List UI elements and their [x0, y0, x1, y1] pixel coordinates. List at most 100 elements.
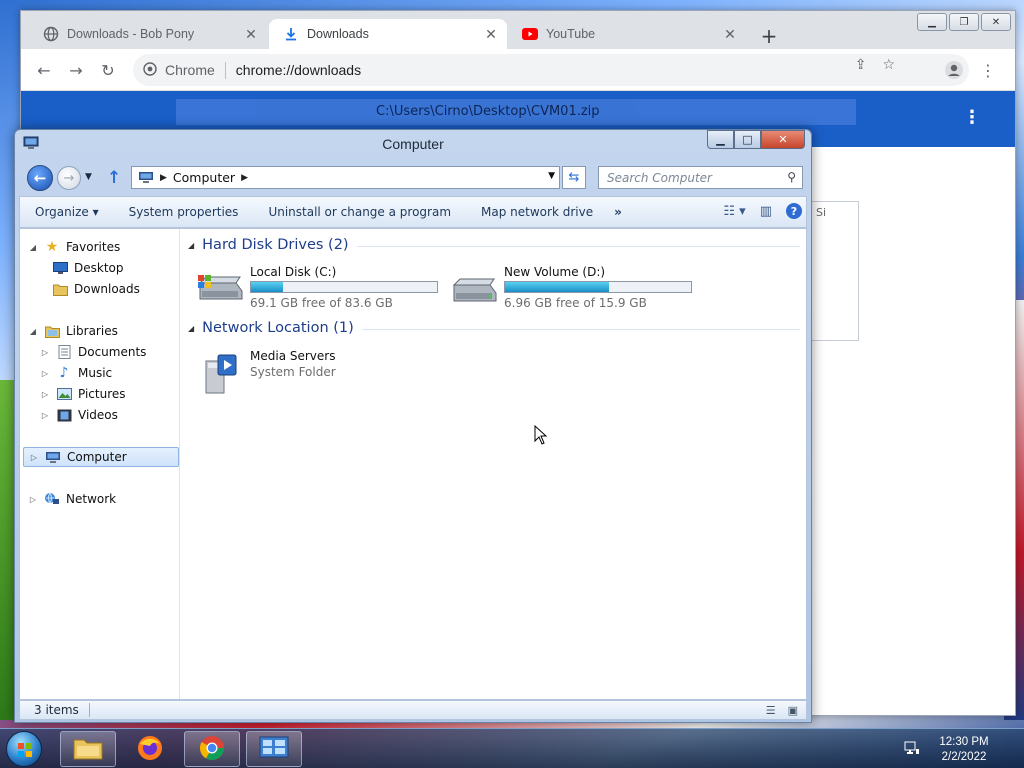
nav-computer[interactable]: ▷ Computer	[23, 447, 179, 467]
tab-youtube[interactable]: YouTube ✕	[508, 19, 746, 49]
collapse-triangle-icon[interactable]: ◢	[188, 324, 194, 333]
details-view-icon[interactable]: ☰	[766, 704, 776, 717]
back-arrow-icon[interactable]: ←	[33, 59, 55, 81]
forward-arrow-icon[interactable]: →	[57, 166, 81, 190]
item-count: 3 items	[34, 703, 79, 717]
network-status-icon[interactable]	[904, 740, 920, 759]
more-commands-button[interactable]: »	[608, 205, 628, 219]
breadcrumb-chevron-icon[interactable]: ▶	[160, 173, 167, 183]
address-bar[interactable]: Chrome chrome://downloads	[133, 54, 969, 86]
back-arrow-icon[interactable]: ←	[27, 165, 53, 191]
expand-triangle-icon[interactable]: ▷	[40, 411, 50, 420]
preview-pane-icon[interactable]: ▥	[760, 204, 772, 219]
tab-close-icon[interactable]: ✕	[722, 26, 738, 43]
start-button[interactable]	[6, 731, 42, 767]
group-network-location[interactable]: ◢ Network Location (1)	[188, 320, 800, 336]
drive-usage-fill	[505, 282, 610, 292]
window-title: Computer	[382, 136, 444, 152]
collapse-triangle-icon[interactable]: ◢	[188, 241, 194, 250]
chevron-down-icon: ▾	[92, 205, 99, 219]
nav-music[interactable]: ▷ ♪ Music	[40, 363, 112, 383]
clock[interactable]: 12:30 PM 2/2/2022	[924, 735, 1004, 765]
collapse-triangle-icon[interactable]: ◢	[28, 243, 38, 252]
expand-triangle-icon[interactable]: ▷	[29, 453, 39, 462]
taskbar-firefox-button[interactable]	[122, 731, 178, 767]
share-icon[interactable]: ⇪	[855, 57, 867, 73]
expand-triangle-icon[interactable]: ▷	[40, 369, 50, 378]
minimize-icon[interactable]: ▁	[707, 130, 734, 149]
nav-videos[interactable]: ▷ Videos	[40, 405, 118, 425]
navigation-pane: ◢ ★ Favorites Desktop Downloads ◢ Librar…	[20, 229, 180, 699]
expand-triangle-icon[interactable]: ▷	[40, 348, 50, 357]
group-hard-disk-drives[interactable]: ◢ Hard Disk Drives (2)	[188, 237, 800, 253]
close-icon[interactable]: ✕	[981, 13, 1011, 31]
nav-documents[interactable]: ▷ Documents	[40, 342, 146, 362]
collapse-triangle-icon[interactable]: ◢	[28, 327, 38, 336]
nav-downloads[interactable]: Downloads	[52, 279, 140, 299]
taskbar-explorer-button[interactable]	[60, 731, 116, 767]
nav-pictures[interactable]: ▷ Pictures	[40, 384, 126, 404]
taskbar-chrome-button[interactable]	[184, 731, 240, 767]
tab-downloads[interactable]: Downloads ✕	[269, 19, 507, 49]
drive-d[interactable]: New Volume (D:) 6.96 GB free of 15.9 GB	[450, 265, 692, 310]
address-bar[interactable]: ▶ Computer ▶ ▼	[131, 166, 560, 189]
explorer-content: ◢ ★ Favorites Desktop Downloads ◢ Librar…	[19, 228, 807, 700]
nav-pictures-label: Pictures	[78, 387, 126, 401]
background-window-title: C:\Users\Cirno\Desktop\CVM01.zip	[176, 99, 856, 125]
downloads-menu-icon[interactable]: ⋮	[963, 107, 981, 128]
explorer-window-controls: ▁ □ ✕	[707, 130, 805, 149]
reload-icon[interactable]: ↻	[97, 59, 119, 81]
group-divider	[361, 328, 800, 330]
close-icon[interactable]: ✕	[761, 130, 805, 149]
new-tab-icon[interactable]: +	[757, 24, 781, 48]
search-icon[interactable]: ⚲	[787, 170, 796, 184]
drive-c[interactable]: Local Disk (C:) 69.1 GB free of 83.6 GB	[196, 265, 438, 310]
map-network-drive-button[interactable]: Map network drive	[466, 205, 608, 219]
expand-triangle-icon[interactable]: ▷	[40, 390, 50, 399]
system-properties-button[interactable]: System properties	[114, 205, 254, 219]
maximize-icon[interactable]: □	[734, 130, 761, 149]
tab-label: Downloads - Bob Pony	[67, 27, 195, 41]
windows-drive-icon	[196, 273, 244, 303]
site-chip[interactable]: Chrome	[143, 61, 226, 79]
nav-libraries[interactable]: ◢ Libraries	[28, 321, 118, 341]
media-servers-item[interactable]: Media Servers System Folder	[200, 349, 440, 394]
breadcrumb-chevron-icon[interactable]: ▶	[241, 173, 248, 183]
change-view-icon[interactable]: ☷ ▾	[723, 204, 745, 219]
taskbar: 12:30 PM 2/2/2022	[0, 728, 1024, 768]
address-dropdown-icon[interactable]: ▼	[548, 171, 555, 181]
network-item-name: Media Servers	[250, 349, 336, 363]
nav-network[interactable]: ▷ Network	[28, 489, 116, 509]
nav-desktop[interactable]: Desktop	[52, 258, 124, 278]
refresh-icon[interactable]: ⇆	[562, 166, 586, 189]
nav-favorites[interactable]: ◢ ★ Favorites	[28, 237, 120, 257]
profile-avatar-icon[interactable]	[943, 59, 965, 81]
tab-downloads-bob-pony[interactable]: Downloads - Bob Pony ✕	[29, 19, 267, 49]
help-icon[interactable]: ?	[786, 203, 802, 219]
large-icons-view-icon[interactable]: ▣	[788, 704, 798, 717]
tab-close-icon[interactable]: ✕	[483, 26, 499, 43]
tab-label: YouTube	[546, 27, 596, 41]
taskbar-control-panel-button[interactable]	[246, 731, 302, 767]
uninstall-program-button[interactable]: Uninstall or change a program	[253, 205, 466, 219]
drive-usage-fill	[251, 282, 283, 292]
chrome-menu-icon[interactable]: ⋮	[977, 59, 999, 81]
explorer-window: Computer ▁ □ ✕ ← → ▼ ↑ ▶ Computer ▶ ▼ ⇆ …	[14, 129, 812, 723]
breadcrumb-computer[interactable]: Computer	[173, 170, 235, 185]
explorer-titlebar[interactable]: Computer ▁ □ ✕	[15, 130, 811, 158]
up-arrow-icon[interactable]: ↑	[107, 168, 121, 188]
bookmark-star-icon[interactable]: ☆	[882, 57, 895, 73]
hard-drive-icon	[450, 273, 498, 303]
downloads-folder-icon	[52, 282, 68, 296]
command-bar: Organize ▾ System properties Uninstall o…	[19, 196, 807, 228]
recent-pages-dropdown-icon[interactable]: ▼	[85, 172, 92, 182]
tab-close-icon[interactable]: ✕	[243, 26, 259, 43]
search-input[interactable]: Search Computer ⚲	[598, 166, 803, 189]
expand-triangle-icon[interactable]: ▷	[28, 495, 38, 504]
forward-arrow-icon[interactable]: →	[65, 59, 87, 81]
organize-button[interactable]: Organize ▾	[20, 205, 114, 219]
drive-usage-bar	[250, 281, 438, 293]
globe-icon	[43, 26, 59, 42]
minimize-icon[interactable]: ▁	[917, 13, 947, 31]
restore-icon[interactable]: ❐	[949, 13, 979, 31]
